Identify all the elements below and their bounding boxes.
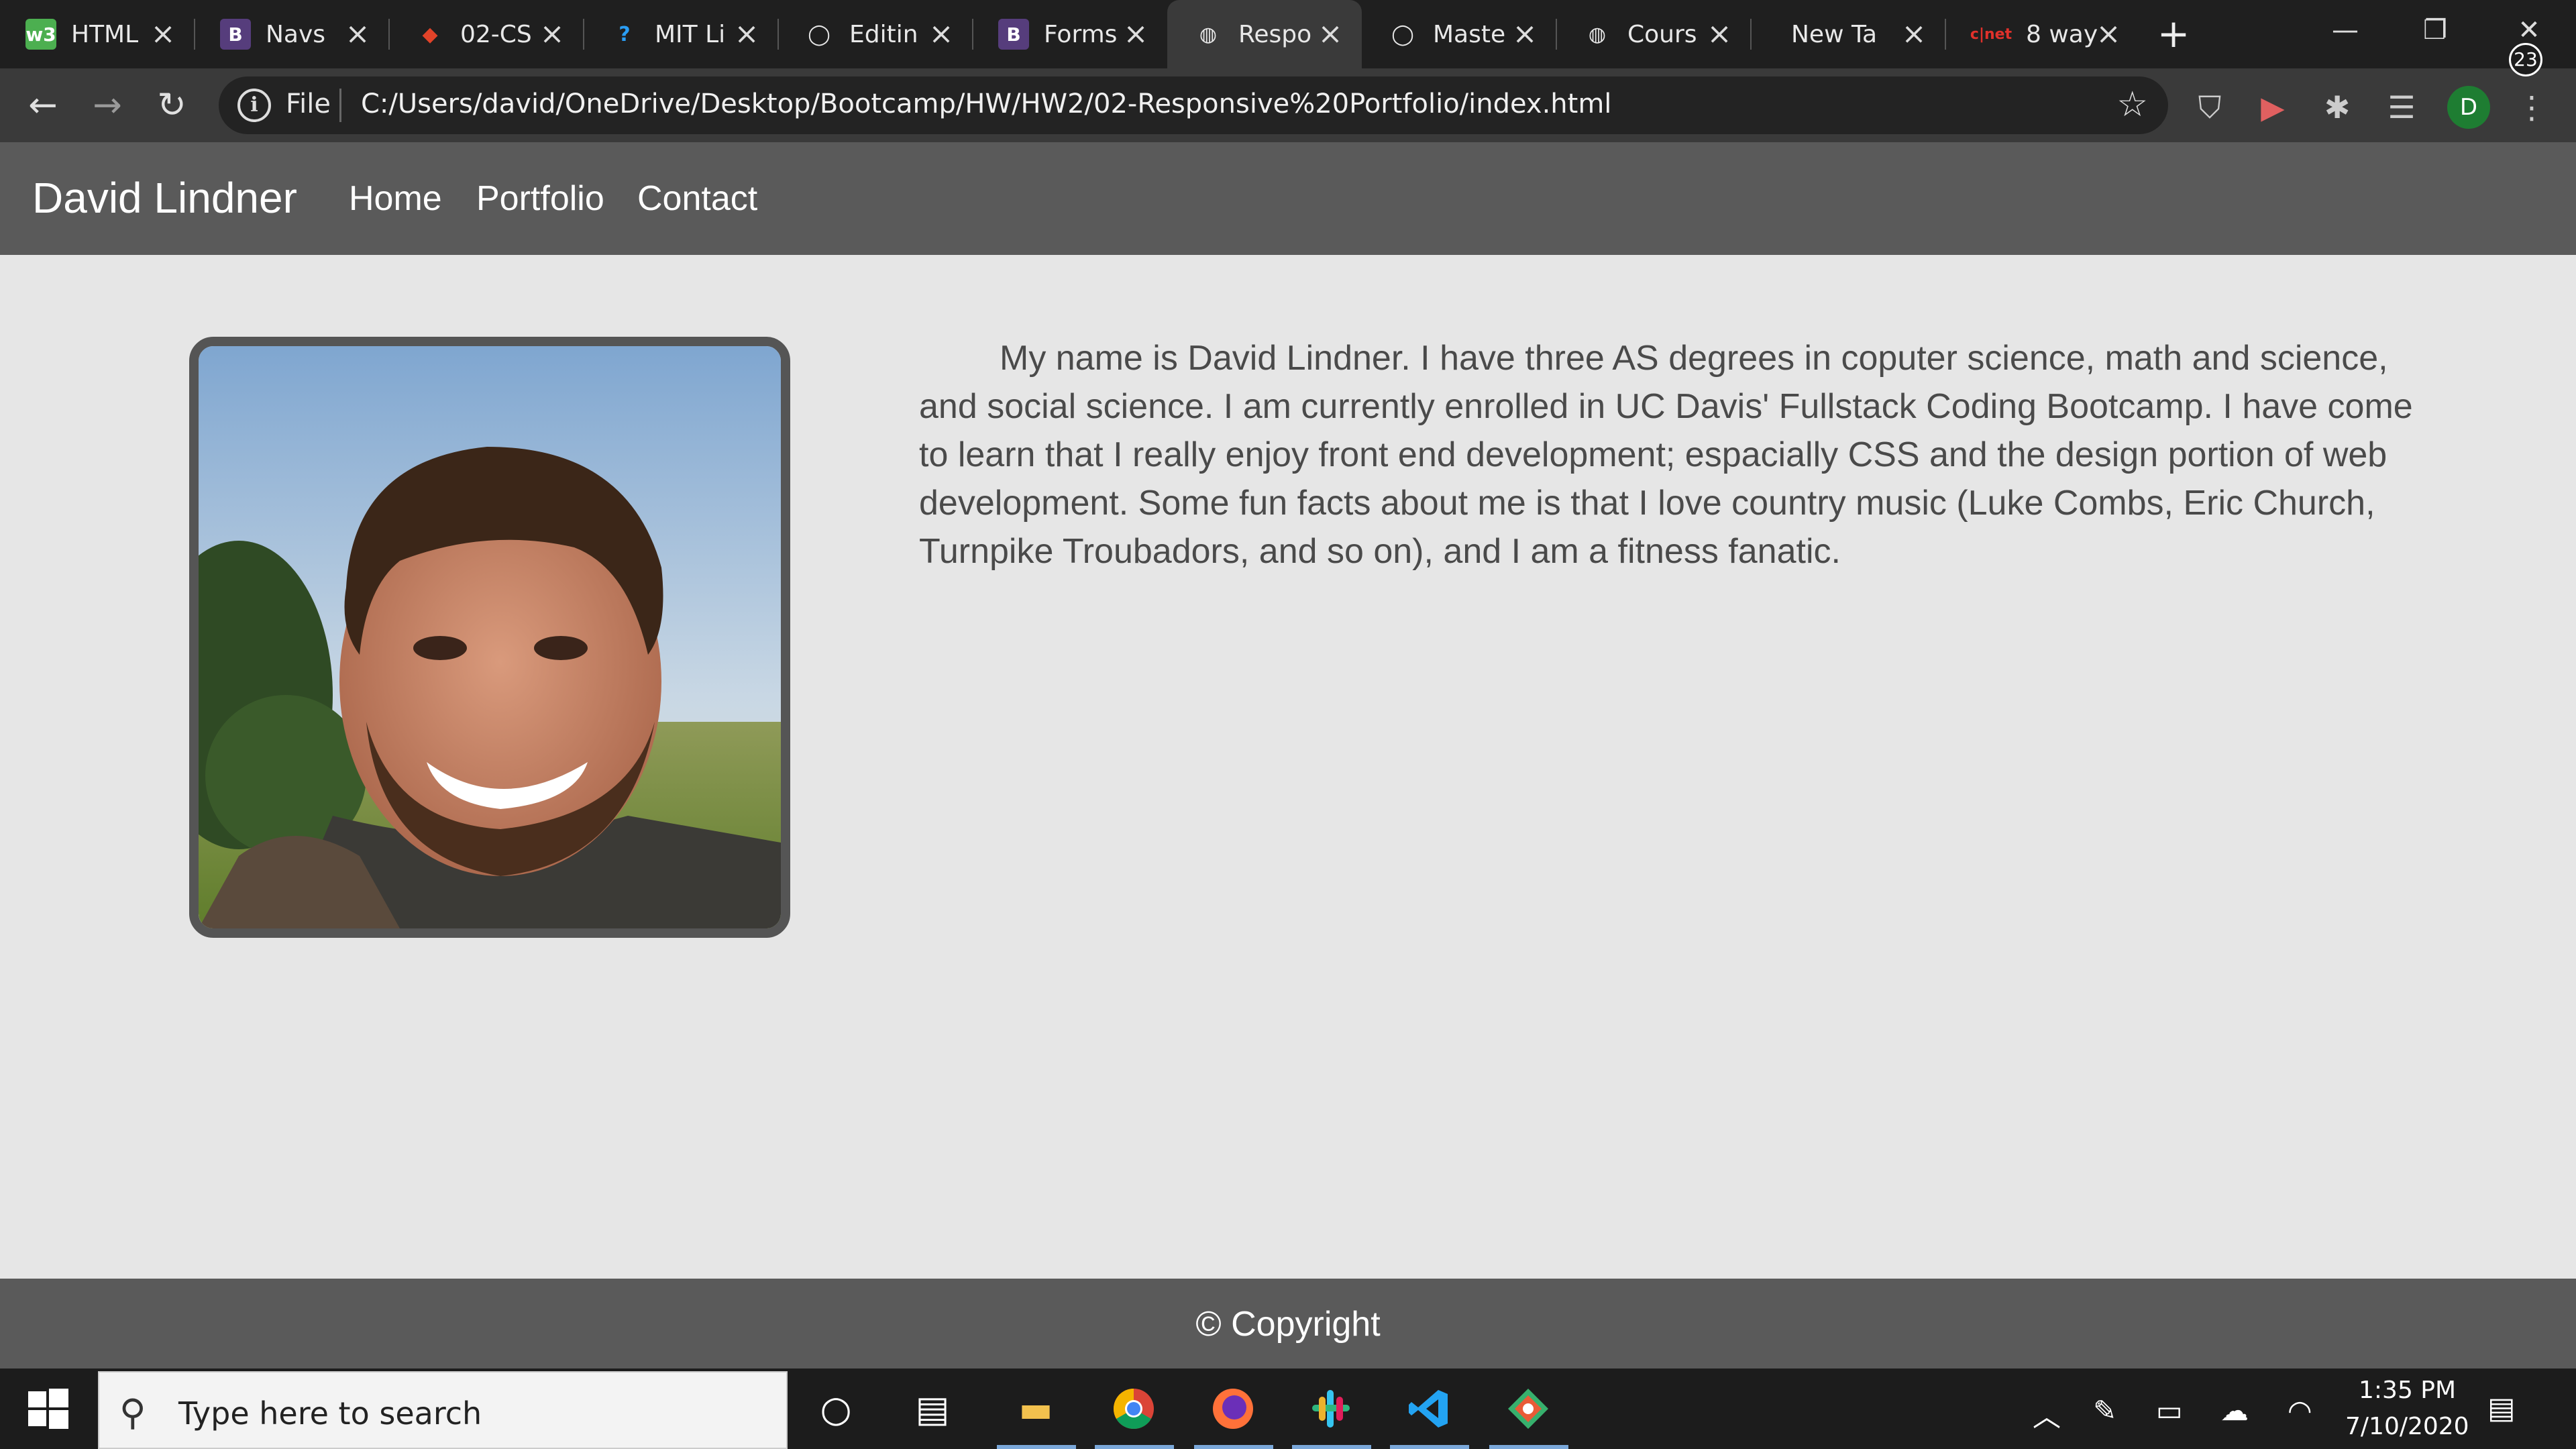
forward-icon[interactable]: → [87, 85, 127, 125]
bootstrap-icon: B [220, 19, 251, 50]
site-info-icon[interactable]: i [237, 89, 271, 122]
action-center-icon[interactable]: ▤ [2487, 1391, 2525, 1429]
tab-title: Forms [1044, 20, 1118, 48]
copyright-text: © Copyright [1195, 1305, 1381, 1344]
url-text[interactable]: C:/Users/david/OneDrive/Desktop/Bootcamp… [361, 89, 1611, 119]
cortana-icon[interactable]: ○ [810, 1383, 861, 1434]
globe-icon: ◍ [1199, 22, 1218, 46]
tab-title: New Tab [1791, 20, 1878, 48]
active-indicator [1095, 1445, 1174, 1449]
git-kraken-icon[interactable] [1503, 1383, 1554, 1434]
search-icon: ⚲ [119, 1391, 146, 1434]
tab-title: Maste [1433, 20, 1506, 48]
battery-icon[interactable]: ▭ [2156, 1394, 2183, 1427]
github-icon: ◯ [808, 22, 830, 46]
tab-title: Respo [1238, 20, 1312, 48]
file-explorer-icon[interactable]: ▬ [1010, 1383, 1061, 1434]
tab-title: MIT Li [655, 20, 726, 48]
taskbar-search-input[interactable]: ⚲ Type here to search [98, 1371, 788, 1449]
github-icon: ◯ [1391, 22, 1414, 46]
scheme-label: File [286, 89, 331, 119]
tab-close-icon[interactable]: × [537, 19, 568, 50]
browser-tab[interactable]: B Forms × [973, 0, 1167, 68]
gitlab-icon: ◆ [422, 22, 438, 46]
active-indicator [1292, 1445, 1371, 1449]
wifi-icon[interactable]: ◠ [2288, 1394, 2312, 1427]
tab-close-icon[interactable]: × [1315, 19, 1346, 50]
record-extension-icon[interactable]: ▶ [2253, 87, 2293, 127]
reload-icon[interactable]: ↻ [152, 85, 192, 125]
puzzle-extensions-icon[interactable]: ✱ [2317, 87, 2357, 127]
active-indicator [1390, 1445, 1469, 1449]
tab-close-icon[interactable]: × [926, 19, 957, 50]
site-navbar: David Lindner Home Portfolio Contact [0, 142, 2576, 255]
nav-link-portfolio[interactable]: Portfolio [476, 178, 604, 219]
back-icon[interactable]: ← [23, 85, 63, 125]
tab-strip: w3 HTML × B Navs × ◆ 02-CS ×? MIT Li × ◯ Editin × B For… [0, 0, 2576, 68]
site-brand[interactable]: David Lindner [32, 173, 297, 223]
browser-tab[interactable]: ◍ Cours × [1556, 0, 1751, 68]
bookmark-star-icon[interactable]: ☆ [2116, 85, 2148, 125]
tab-title: HTML [71, 20, 139, 48]
browser-tab[interactable]: ◯ Editin × [778, 0, 973, 68]
chrome-icon[interactable] [1108, 1383, 1159, 1434]
browser-tab[interactable]: ? MIT Li × [584, 0, 778, 68]
bootstrap-icon: B [998, 19, 1029, 50]
shield-extension-icon[interactable]: ⛉ [2190, 87, 2230, 127]
address-bar[interactable]: i File C:/Users/david/OneDrive/Desktop/B… [219, 76, 2168, 134]
browser-tab[interactable]: New Tab × [1751, 0, 1945, 68]
bio-paragraph: My name is David Lindner. I have three A… [919, 339, 2413, 571]
new-tab-button[interactable]: + [2153, 13, 2194, 54]
browser-tab[interactable]: w3 HTML × [0, 0, 195, 68]
tab-title: Editin [849, 20, 918, 48]
cnet-icon: c|net [1970, 25, 2012, 43]
search-placeholder: Type here to search [178, 1395, 482, 1432]
onedrive-error-icon[interactable]: ☁ [2220, 1394, 2249, 1427]
tab-close-icon[interactable]: × [731, 19, 762, 50]
active-indicator [1194, 1445, 1273, 1449]
minimize-icon[interactable]: — [2305, 0, 2385, 60]
tab-title: Cours [1627, 20, 1697, 48]
browser-tab[interactable]: ◯ Maste × [1362, 0, 1556, 68]
globe-icon: ◍ [1588, 22, 1607, 46]
menu-dots-icon[interactable]: ⋮ [2512, 87, 2552, 127]
tab-close-icon[interactable]: × [342, 19, 373, 50]
slack-icon[interactable] [1305, 1383, 1356, 1434]
browser-tab[interactable]: c|net 8 way × [1945, 0, 2140, 68]
active-indicator [997, 1445, 1076, 1449]
clock-date[interactable]: 7/10/2020 [2345, 1413, 2469, 1440]
tab-close-icon[interactable]: × [1704, 19, 1735, 50]
nav-link-contact[interactable]: Contact [637, 178, 757, 219]
profile-avatar[interactable]: D [2447, 86, 2490, 129]
nav-link-home[interactable]: Home [349, 178, 442, 219]
tab-title: 02-CS [460, 20, 532, 48]
active-indicator [1489, 1445, 1568, 1449]
windows-taskbar: ⚲ Type here to search ○ ▤ ▬ ︿ ✎ ▭ ☁ ◠ 1:… [0, 1368, 2576, 1449]
vscode-icon[interactable] [1403, 1383, 1454, 1434]
divider [339, 89, 341, 122]
tab-close-icon[interactable]: × [1509, 19, 1540, 50]
tab-close-icon[interactable]: × [1120, 19, 1151, 50]
profile-photo [189, 337, 790, 938]
tab-close-icon[interactable]: × [2093, 19, 2124, 50]
tab-title: Navs [266, 20, 326, 48]
restore-icon[interactable]: ❐ [2395, 0, 2475, 60]
site-footer: © Copyright [0, 1279, 2576, 1368]
pen-tray-icon[interactable]: ✎ [2093, 1394, 2116, 1427]
show-hidden-icons-chevron-icon[interactable]: ︿ [2033, 1394, 2061, 1435]
windows-start-icon[interactable] [27, 1387, 70, 1430]
tab-close-icon[interactable]: × [1898, 19, 1929, 50]
clock-time[interactable]: 1:35 PM [2359, 1377, 2456, 1404]
firefox-icon[interactable] [1208, 1383, 1258, 1434]
media-control-icon[interactable]: ☰ [2381, 87, 2422, 127]
w3-icon: w3 [25, 19, 56, 50]
browser-tab[interactable]: B Navs × [195, 0, 389, 68]
browser-tab[interactable]: ◆ 02-CS × [389, 0, 584, 68]
notification-count-badge: 23 [2509, 43, 2542, 76]
task-view-icon[interactable]: ▤ [907, 1383, 958, 1434]
question-icon: ? [619, 22, 631, 46]
browser-tab[interactable]: ◍ Respo × [1167, 0, 1362, 68]
tab-close-icon[interactable]: × [148, 19, 178, 50]
